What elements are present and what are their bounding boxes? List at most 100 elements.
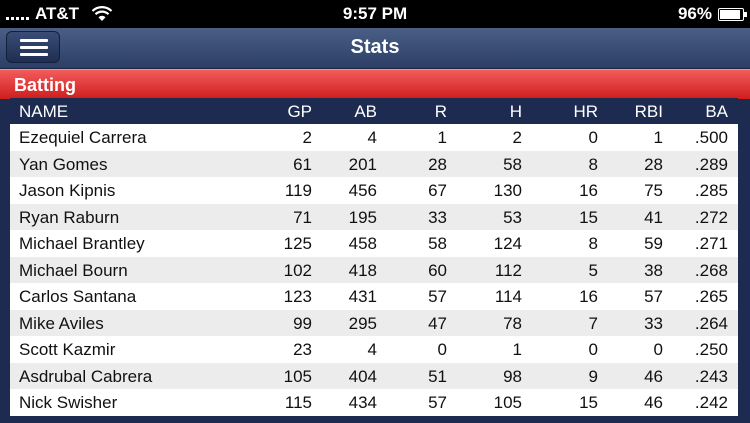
table-row[interactable]: Asdrubal Cabrera 105 404 51 98 9 46 .243: [10, 362, 738, 389]
page-title: Stats: [350, 36, 400, 58]
cell-ba: .500: [694, 128, 728, 147]
cell-ba: .250: [694, 340, 728, 359]
cell-ab: 4: [367, 340, 377, 359]
cell-ba: .289: [694, 154, 728, 174]
cell-rbi: 0: [653, 340, 663, 359]
cell-gp: 105: [283, 366, 312, 386]
cell-ba: .268: [694, 260, 728, 280]
cell-r: 57: [428, 287, 447, 306]
table-row[interactable]: Ezequiel Carrera 2 4 1 2 0 1 .500: [10, 124, 738, 151]
cell-gp: 61: [293, 154, 312, 174]
cell-r: 67: [428, 181, 447, 200]
cell-hr: 15: [579, 207, 598, 227]
cell-rbi: 1: [653, 128, 663, 147]
cell-ba: .271: [694, 234, 728, 253]
table-row[interactable]: Michael Brantley 125 458 58 124 8 59 .271: [10, 230, 738, 257]
col-r[interactable]: R: [435, 102, 447, 122]
cell-hr: 7: [588, 313, 598, 333]
cell-h: 112: [494, 260, 522, 280]
cell-name: Ezequiel Carrera: [19, 128, 147, 147]
cell-r: 57: [428, 393, 447, 412]
battery-percent: 96%: [677, 4, 712, 23]
col-hr[interactable]: HR: [573, 102, 598, 122]
table-row[interactable]: Yan Gomes 61 201 28 58 8 28 .289: [10, 150, 738, 177]
clock: 9:57 PM: [342, 4, 408, 23]
cell-rbi: 41: [644, 207, 663, 227]
cell-name: Nick Swisher: [19, 393, 118, 412]
cell-ab: 431: [348, 287, 377, 306]
col-gp[interactable]: GP: [287, 102, 312, 122]
table-row[interactable]: Carlos Santana 123 431 57 114 16 57 .265: [10, 283, 738, 310]
cell-name: Carlos Santana: [19, 287, 137, 306]
cell-r: 51: [428, 366, 447, 386]
cell-rbi: 75: [644, 181, 663, 200]
cell-hr: 8: [588, 154, 598, 174]
cell-gp: 99: [293, 313, 312, 333]
status-bar: AT&T 9:57 PM 96%: [0, 0, 750, 28]
cell-hr: 16: [579, 181, 598, 200]
table-row[interactable]: Nick Swisher 115 434 57 105 15 46 .242: [10, 389, 738, 416]
col-h[interactable]: H: [510, 102, 522, 122]
table-row[interactable]: Michael Bourn 102 418 60 112 5 38 .268: [10, 256, 738, 283]
col-rbi[interactable]: RBI: [635, 102, 663, 122]
cell-hr: 16: [579, 287, 598, 306]
cell-h: 130: [493, 181, 522, 200]
cell-ab: 404: [348, 366, 377, 386]
table-row[interactable]: Ryan Raburn 71 195 33 53 15 41 .272: [10, 203, 738, 230]
cell-name: Scott Kazmir: [19, 340, 116, 359]
cell-ba: .285: [694, 181, 728, 200]
cell-r: 1: [437, 128, 447, 147]
cell-rbi: 38: [644, 260, 663, 280]
cell-r: 58: [428, 234, 447, 253]
cell-ba: .243: [694, 366, 728, 386]
table-body: Ezequiel Carrera 2 4 1 2 0 1.500 Yan Gomes 61 201…: [10, 124, 738, 416]
cell-gp: 115: [284, 393, 312, 412]
cell-hr: 0: [588, 340, 598, 359]
cell-h: 58: [503, 154, 522, 174]
table-row[interactable]: Jason Kipnis 119 456 67 130 16 75 .285: [10, 177, 738, 204]
cell-rbi: 57: [644, 287, 663, 306]
cell-name: Ryan Raburn: [19, 207, 120, 227]
cell-gp: 123: [283, 287, 312, 306]
cell-gp: 102: [283, 260, 312, 280]
cell-h: 53: [503, 207, 522, 227]
cell-hr: 9: [588, 366, 598, 386]
cell-h: 114: [494, 287, 522, 306]
cell-ab: 201: [348, 154, 377, 174]
cell-ab: 418: [348, 260, 377, 280]
cell-gp: 119: [284, 181, 312, 200]
col-ba[interactable]: BA: [705, 102, 728, 122]
cell-r: 28: [428, 154, 447, 174]
col-name[interactable]: NAME: [19, 102, 68, 122]
cell-rbi: 46: [644, 366, 663, 386]
cell-gp: 2: [302, 128, 312, 147]
section-title: Batting: [14, 75, 76, 95]
table-row[interactable]: Scott Kazmir 23 4 0 1 0 0 .250: [10, 336, 738, 363]
cell-gp: 23: [293, 340, 312, 359]
nav-bar: Stats: [0, 28, 750, 69]
battery-icon: [718, 7, 747, 21]
cell-r: 33: [428, 207, 447, 227]
cell-hr: 0: [588, 128, 598, 147]
cell-name: Michael Bourn: [19, 260, 128, 280]
cell-h: 98: [503, 366, 522, 386]
col-ab[interactable]: AB: [354, 102, 377, 122]
cell-ab: 458: [348, 234, 377, 253]
cell-hr: 15: [579, 393, 598, 412]
table-row[interactable]: Mike Aviles 99 295 47 78 7 33 .264: [10, 309, 738, 336]
cell-h: 2: [512, 128, 522, 147]
cell-name: Mike Aviles: [19, 313, 104, 333]
cell-h: 105: [493, 393, 522, 412]
cell-rbi: 59: [644, 234, 663, 253]
status-right: 96%: [677, 4, 747, 24]
cell-ab: 295: [348, 313, 377, 333]
cell-name: Michael Brantley: [19, 234, 145, 253]
cell-gp: 125: [283, 234, 312, 253]
cell-rbi: 28: [644, 154, 663, 174]
cell-h: 78: [503, 313, 522, 333]
cell-r: 47: [428, 313, 447, 333]
section-header: Batting: [0, 69, 750, 99]
cell-ba: .272: [694, 207, 728, 227]
cell-name: Asdrubal Cabrera: [19, 366, 153, 386]
cell-hr: 5: [588, 260, 598, 280]
